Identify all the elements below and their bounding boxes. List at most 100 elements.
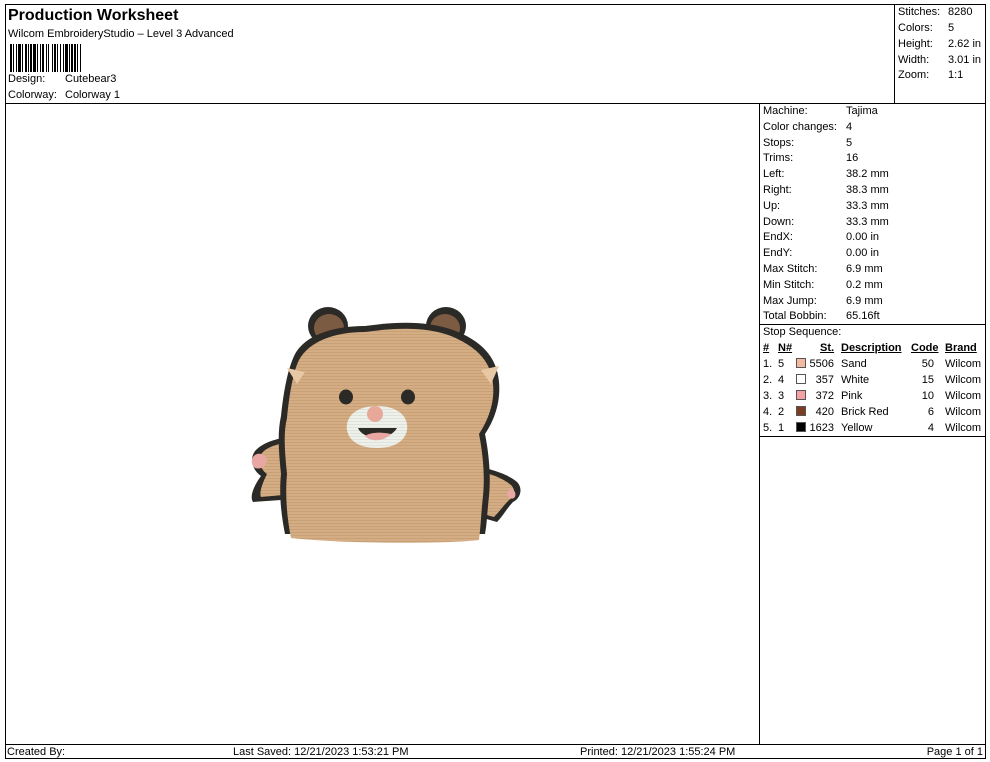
info-label: Stops: bbox=[763, 137, 795, 149]
col-header-num: # bbox=[763, 342, 770, 354]
cell-code: 50 bbox=[921, 358, 934, 370]
info-value: 38.2 mm bbox=[846, 168, 889, 180]
cell-code: 15 bbox=[921, 374, 934, 386]
cell-desc: White bbox=[841, 374, 870, 386]
cell-desc: Sand bbox=[841, 358, 867, 370]
info-value: 6.9 mm bbox=[846, 263, 883, 275]
summary-row: Colors: 5 bbox=[898, 22, 954, 34]
worksheet-footer: Created By: Last Saved: 12/21/2023 1:53:… bbox=[5, 744, 986, 759]
created-by: Created By: bbox=[7, 746, 66, 758]
info-value: 5 bbox=[846, 137, 853, 149]
info-value: 33.3 mm bbox=[846, 216, 889, 228]
cell-num: 1. bbox=[763, 358, 773, 370]
info-label: Total Bobbin: bbox=[763, 310, 827, 322]
design-summary: Stitches: 8280 Colors: 5 Height: 2.62 in Wi… bbox=[895, 4, 986, 104]
summary-label: Width: bbox=[898, 54, 930, 66]
table-row: 4. 2 420 Brick Red 6 Wilcom bbox=[760, 406, 986, 422]
summary-row: Stitches: 8280 bbox=[898, 6, 972, 18]
cell-brand: Wilcom bbox=[945, 390, 982, 402]
cell-brand: Wilcom bbox=[945, 406, 982, 418]
cell-n: 5 bbox=[778, 358, 785, 370]
info-label: Machine: bbox=[763, 105, 808, 117]
colorway-label: Colorway: bbox=[8, 89, 57, 101]
info-row: Stops: 5 bbox=[763, 137, 852, 149]
cell-st: 372 bbox=[815, 390, 834, 402]
info-row: Right: 38.3 mm bbox=[763, 184, 889, 196]
nose bbox=[367, 406, 383, 422]
summary-label: Colors: bbox=[898, 22, 933, 34]
col-header-desc: Description bbox=[841, 342, 902, 354]
summary-row: Height: 2.62 in bbox=[898, 38, 981, 50]
design-value: Cutebear3 bbox=[65, 73, 117, 85]
info-label: Right: bbox=[763, 184, 792, 196]
barcode-bar bbox=[81, 44, 84, 72]
table-row: 3. 3 372 Pink 10 Wilcom bbox=[760, 390, 986, 406]
color-swatch bbox=[796, 422, 806, 432]
info-label: Left: bbox=[763, 168, 785, 180]
info-label: Up: bbox=[763, 200, 781, 212]
color-swatch bbox=[796, 374, 806, 384]
info-label: EndX: bbox=[763, 231, 793, 243]
summary-value: 2.62 in bbox=[948, 38, 982, 50]
color-swatch bbox=[796, 406, 806, 416]
table-header-row: # N# St. Description Code Brand bbox=[760, 342, 986, 358]
info-value: 4 bbox=[846, 121, 853, 133]
left-eye bbox=[339, 389, 353, 405]
cell-code: 10 bbox=[921, 390, 934, 402]
cell-num: 2. bbox=[763, 374, 773, 386]
design-row: Design: Cutebear3 bbox=[8, 73, 116, 85]
software-subtitle: Wilcom EmbroideryStudio – Level 3 Advanc… bbox=[8, 28, 234, 40]
printed-date: Printed: 12/21/2023 1:55:24 PM bbox=[580, 746, 736, 758]
info-label: EndY: bbox=[763, 247, 793, 259]
page-title: Production Worksheet bbox=[8, 7, 179, 24]
cell-st: 357 bbox=[815, 374, 834, 386]
col-header-code: Code bbox=[911, 342, 939, 354]
info-label: Max Stitch: bbox=[763, 263, 818, 275]
info-value: 6.9 mm bbox=[846, 295, 883, 307]
table-row: 2. 4 357 White 15 Wilcom bbox=[760, 374, 986, 390]
summary-label: Height: bbox=[898, 38, 933, 50]
design-preview-canvas bbox=[5, 104, 760, 744]
info-row: Down: 33.3 mm bbox=[763, 216, 889, 228]
cell-desc: Yellow bbox=[841, 422, 873, 434]
cell-st: 5506 bbox=[809, 358, 834, 370]
summary-value: 3.01 in bbox=[948, 54, 982, 66]
summary-label: Stitches: bbox=[898, 6, 941, 18]
table-row: 1. 5 5506 Sand 50 Wilcom bbox=[760, 358, 986, 374]
cell-st: 420 bbox=[815, 406, 834, 418]
info-value: 0.2 mm bbox=[846, 279, 883, 291]
cell-num: 4. bbox=[763, 406, 773, 418]
col-header-n: N# bbox=[778, 342, 793, 354]
info-label: Min Stitch: bbox=[763, 279, 815, 291]
cell-code: 6 bbox=[927, 406, 934, 418]
cell-n: 2 bbox=[778, 406, 785, 418]
color-swatch bbox=[796, 358, 806, 368]
info-row: Machine: Tajima bbox=[763, 105, 878, 117]
cell-num: 5. bbox=[763, 422, 773, 434]
barcode-image bbox=[10, 44, 150, 72]
right-eye bbox=[401, 389, 415, 405]
worksheet-header: Production Worksheet Wilcom EmbroiderySt… bbox=[5, 4, 895, 104]
summary-value: 1:1 bbox=[948, 69, 964, 81]
page-number: Page 1 of 1 bbox=[926, 746, 983, 758]
info-value: 65.16ft bbox=[846, 310, 880, 322]
cell-brand: Wilcom bbox=[945, 358, 982, 370]
bear-embroidery-image bbox=[251, 307, 521, 543]
table-row: 5. 1 1623 Yellow 4 Wilcom bbox=[760, 422, 986, 438]
info-label: Down: bbox=[763, 216, 795, 228]
info-label: Color changes: bbox=[763, 121, 837, 133]
colorway-row: Colorway: Colorway 1 bbox=[8, 89, 120, 101]
info-row: Min Stitch: 0.2 mm bbox=[763, 279, 883, 291]
info-row: Max Stitch: 6.9 mm bbox=[763, 263, 883, 275]
cell-brand: Wilcom bbox=[945, 374, 982, 386]
info-row: Total Bobbin: 65.16ft bbox=[763, 310, 880, 322]
design-label: Design: bbox=[8, 73, 46, 85]
summary-row: Width: 3.01 in bbox=[898, 54, 981, 66]
info-value: 0.00 in bbox=[846, 231, 880, 243]
last-saved: Last Saved: 12/21/2023 1:53:21 PM bbox=[233, 746, 409, 758]
info-row: EndX: 0.00 in bbox=[763, 231, 879, 243]
info-row: Max Jump: 6.9 mm bbox=[763, 295, 883, 307]
info-label: Max Jump: bbox=[763, 295, 817, 307]
cell-desc: Brick Red bbox=[841, 406, 889, 418]
info-value: 0.00 in bbox=[846, 247, 880, 259]
